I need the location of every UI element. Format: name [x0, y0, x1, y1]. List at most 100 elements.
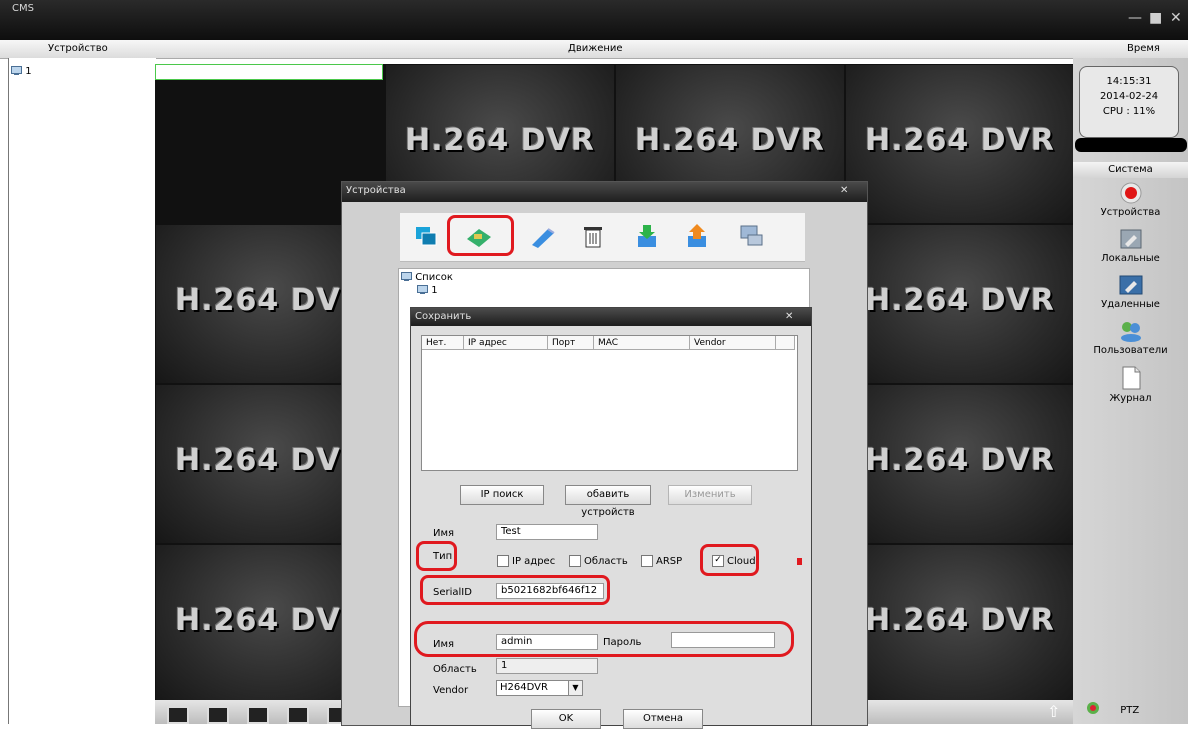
menu-remote[interactable]: Удаленные	[1073, 274, 1188, 310]
column-header[interactable]: IP адрес	[464, 336, 548, 350]
title-bar: CMS — ■ ✕	[0, 0, 1188, 40]
ptz-label: PTZ	[1120, 705, 1140, 716]
chevron-down-icon: ▼	[568, 681, 582, 695]
password-input[interactable]	[671, 632, 775, 648]
cell-label: H.264 DVR	[865, 123, 1055, 158]
device-group-icon	[401, 272, 412, 281]
column-header[interactable]: Vendor	[690, 336, 776, 350]
add-device-icon[interactable]	[464, 221, 494, 251]
menu-label: Устройства	[1100, 207, 1161, 218]
network-device-icon[interactable]	[736, 221, 766, 251]
serial-id-input[interactable]: b5021682bf646f12	[496, 583, 604, 599]
trash-icon[interactable]	[578, 221, 608, 251]
maximize-button[interactable]: ■	[1149, 10, 1162, 26]
save-dialog: Сохранить ✕ Нет. IP адрес Порт MAC Vendo…	[410, 307, 812, 729]
device-group-icon	[11, 66, 22, 75]
name-input[interactable]: Test	[496, 524, 598, 540]
menu-label: Локальные	[1101, 253, 1160, 264]
checkbox-label: Область	[584, 556, 628, 567]
video-cell[interactable]: H.264 DVR	[845, 384, 1075, 544]
add-zone-icon[interactable]	[412, 221, 442, 251]
layout-1-button[interactable]	[167, 706, 189, 724]
close-icon[interactable]: ✕	[785, 309, 793, 325]
ptz-button[interactable]: PTZ	[1083, 700, 1183, 716]
right-panel: 14:15:31 2014-02-24 CPU : 11% Система Ус…	[1073, 58, 1188, 724]
area-input[interactable]: 1	[496, 658, 598, 674]
menu-log[interactable]: Журнал	[1073, 366, 1188, 404]
search-results-table: Нет. IP адрес Порт MAC Vendor	[421, 335, 798, 471]
ok-button[interactable]: OK	[531, 709, 601, 729]
column-header-spacer	[776, 336, 795, 350]
record-icon	[1120, 182, 1141, 204]
arsp-checkbox[interactable]	[641, 555, 653, 567]
ip-address-checkbox[interactable]	[497, 555, 509, 567]
system-section: Система	[1073, 162, 1188, 178]
cell-label: H.264 DVR	[865, 603, 1055, 638]
ip-search-button[interactable]: IP поиск	[460, 485, 544, 505]
username-input[interactable]: admin	[496, 634, 598, 650]
layout-4-button[interactable]	[207, 706, 229, 724]
column-header[interactable]: Порт	[548, 336, 594, 350]
column-header[interactable]: Нет.	[422, 336, 464, 350]
clock-display: 14:15:31 2014-02-24 CPU : 11%	[1079, 66, 1179, 138]
menu-label: Журнал	[1109, 393, 1152, 404]
edit-button[interactable]: Изменить	[668, 485, 752, 505]
vendor-label: Vendor	[433, 685, 469, 696]
export-icon[interactable]	[682, 221, 712, 251]
edit-icon[interactable]	[528, 221, 558, 251]
layout-9-button[interactable]	[287, 706, 309, 724]
save-dialog-header: Сохранить ✕	[411, 308, 811, 326]
menu-local[interactable]: Локальные	[1073, 228, 1188, 264]
cancel-button[interactable]: Отмена	[623, 709, 703, 729]
save-dialog-title: Сохранить	[415, 311, 472, 322]
list-root-label: Список	[415, 272, 453, 283]
video-cell[interactable]: H.264 DVR	[845, 544, 1075, 704]
devices-dialog-title: Устройства	[346, 185, 406, 196]
devices-toolbar	[400, 213, 805, 262]
time-header: Время	[1127, 43, 1160, 54]
menu-devices[interactable]: Устройства	[1073, 182, 1188, 218]
list-root[interactable]: Список	[401, 272, 453, 283]
import-icon[interactable]	[632, 221, 662, 251]
device-header: Устройство	[48, 43, 108, 54]
tree-node-label: 1	[25, 66, 32, 77]
menu-users[interactable]: Пользователи	[1073, 320, 1188, 356]
video-cell[interactable]: H.264 DVR	[155, 64, 383, 80]
motion-header: Движение	[568, 43, 623, 54]
cpu-usage: CPU : 11%	[1102, 106, 1156, 117]
status-bar	[1075, 138, 1187, 152]
video-cell[interactable]: H.264 DVR	[845, 224, 1075, 384]
checkbox-label: IP адрес	[512, 556, 556, 567]
arrow-up-icon[interactable]: ⇧	[1047, 702, 1060, 721]
video-cell[interactable]: H.264 DVR	[845, 64, 1075, 224]
checkbox-label: Cloud	[727, 556, 756, 567]
cell-label: H.264 DVR	[865, 443, 1055, 478]
cloud-checkbox[interactable]: ✓	[712, 555, 724, 567]
column-header[interactable]: MAC	[594, 336, 690, 350]
annotation-mark	[797, 558, 802, 565]
menu-label: Пользователи	[1093, 345, 1168, 356]
type-label: Тип	[433, 551, 453, 562]
vendor-select[interactable]: H264DVR ▼	[496, 680, 583, 696]
cell-label: H.264 DVR	[635, 123, 825, 158]
list-item[interactable]: 1	[417, 285, 438, 296]
area-checkbox[interactable]	[569, 555, 581, 567]
remote-config-icon	[1119, 275, 1142, 295]
devices-dialog-header: Устройства ✕	[342, 182, 867, 202]
close-icon[interactable]: ✕	[840, 183, 848, 199]
column-header-bar: Устройство Движение Время	[0, 40, 1188, 59]
device-tree-panel: 1	[8, 58, 156, 724]
users-icon	[1120, 322, 1141, 342]
vendor-value: H264DVR	[500, 682, 548, 693]
minimize-button[interactable]: —	[1128, 10, 1142, 26]
name-label: Имя	[433, 528, 455, 539]
tree-node[interactable]: 1	[11, 66, 32, 77]
clock-time: 14:15:31	[1106, 76, 1152, 87]
clock-date: 2014-02-24	[1099, 91, 1159, 102]
device-group-icon	[417, 285, 428, 294]
window-title: CMS	[12, 3, 34, 14]
layout-6-button[interactable]	[247, 706, 269, 724]
add-device-button[interactable]: обавить устройств	[565, 485, 651, 518]
username-label: Имя	[433, 639, 455, 650]
close-button[interactable]: ✕	[1170, 10, 1182, 26]
